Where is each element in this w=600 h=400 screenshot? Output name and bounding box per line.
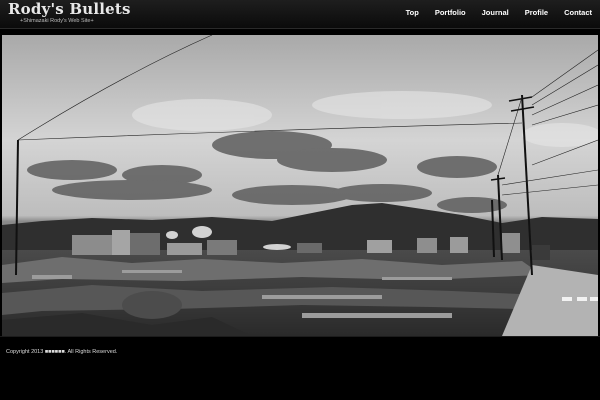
site-tagline: +Shimazaki Rody's Web Site+ [20,18,94,24]
site-header: Rody's Bullets +Shimazaki Rody's Web Sit… [0,0,600,29]
site-footer [0,336,600,349]
main-nav: Top Portfolio Journal Profile Contact [398,7,592,18]
site-title[interactable]: Rody's Bullets [8,2,131,17]
nav-link-profile[interactable]: Profile [517,7,556,18]
nav-link-top[interactable]: Top [398,7,427,18]
hero-photo [2,35,598,336]
copyright-text: Copyright 2013 ■■■■■■. All Rights Reserv… [6,349,118,355]
hero-photo-scene [2,35,598,336]
nav-link-journal[interactable]: Journal [474,7,517,18]
site-logo[interactable]: Rody's Bullets +Shimazaki Rody's Web Sit… [8,2,131,25]
nav-link-contact[interactable]: Contact [556,7,592,18]
nav-link-portfolio[interactable]: Portfolio [427,7,474,18]
